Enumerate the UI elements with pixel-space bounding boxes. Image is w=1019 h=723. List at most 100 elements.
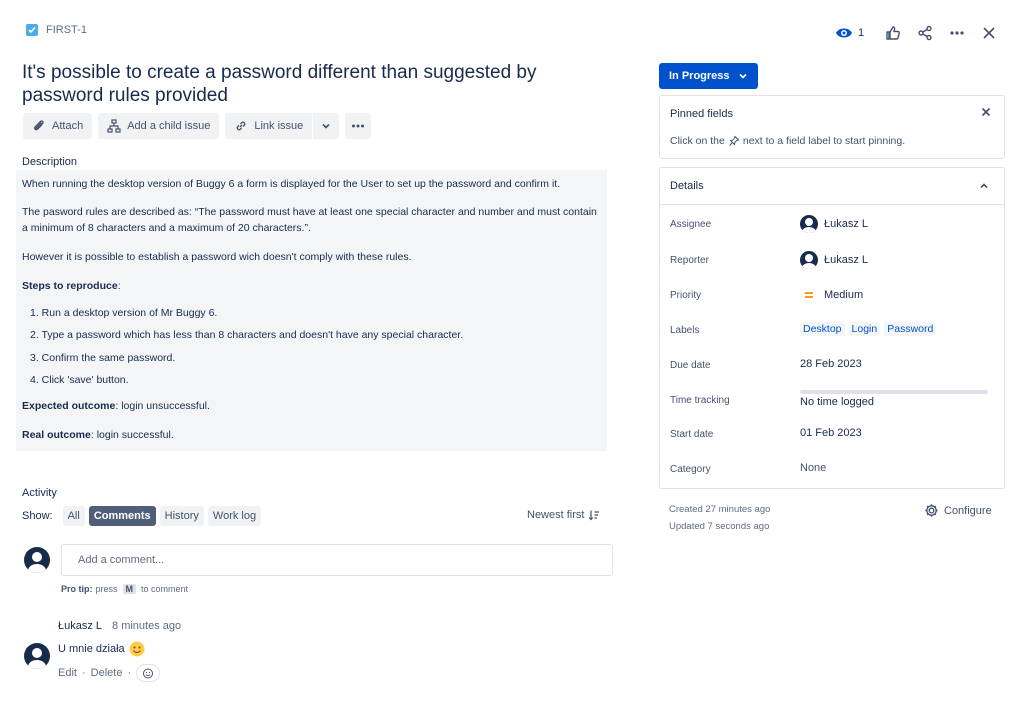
status-label: In Progress: [669, 70, 730, 82]
tab-work-log[interactable]: Work log: [207, 506, 262, 526]
reporter-value: Łukasz L: [824, 254, 869, 266]
list-item: 2. Type a password which has less than 8…: [30, 329, 464, 342]
details-title: Details: [670, 180, 704, 192]
real-label: Real outcome: [22, 429, 91, 442]
start-date-label: Start date: [670, 429, 714, 440]
pinned-hint-after: next to a field label to start pinning.: [742, 135, 906, 147]
comment-text: U mnie działa: [58, 643, 125, 655]
collapse-button[interactable]: [978, 180, 990, 195]
pro-tip: Pro tip: press M to comment: [61, 584, 188, 594]
thumbs-up-icon: [886, 26, 901, 40]
comment-meta: Łukasz L 8 minutes ago: [58, 620, 181, 632]
sort-button[interactable]: Newest first: [527, 509, 600, 521]
configure-button[interactable]: Configure: [924, 503, 992, 518]
header-actions: 1: [833, 20, 1002, 46]
chevron-down-icon: [322, 123, 330, 129]
tab-history[interactable]: History: [159, 506, 204, 526]
link-issue-group: Link issue: [225, 113, 340, 139]
add-reaction-button[interactable]: [136, 664, 161, 682]
more-toolbar-button[interactable]: [345, 113, 372, 139]
comment-body: U mnie działa: [58, 641, 145, 657]
delete-comment-link[interactable]: Delete: [91, 667, 123, 679]
keyboard-key: M: [122, 584, 137, 594]
list-item: 4. Click 'save' button.: [30, 374, 129, 387]
pinned-hint-before: Click on the: [670, 135, 725, 147]
gear-icon: [925, 504, 938, 517]
add-child-label: Add a child issue: [127, 120, 211, 132]
time-tracking-label: Time tracking: [670, 395, 730, 406]
issue-title[interactable]: It's possible to create a password diffe…: [22, 61, 582, 107]
list-item: 3. Confirm the same password.: [30, 351, 176, 364]
start-date-value[interactable]: 01 Feb 2023: [800, 427, 862, 439]
issue-key-link[interactable]: FIRST-1: [46, 24, 87, 36]
priority-field[interactable]: Medium: [800, 288, 863, 302]
more-icon: [950, 31, 964, 35]
assignee-label: Assignee: [670, 219, 712, 230]
label-chip[interactable]: Password: [884, 322, 937, 336]
priority-medium-icon: [805, 292, 813, 298]
details-header[interactable]: Details: [660, 168, 1004, 205]
add-child-issue-button[interactable]: Add a child issue: [98, 113, 220, 139]
reporter-field[interactable]: Łukasz L: [800, 251, 868, 269]
pro-tip-rest: to comment: [141, 584, 189, 594]
status-button[interactable]: In Progress: [659, 63, 758, 89]
chevron-down-icon: [738, 73, 747, 79]
chevron-up-icon: [980, 183, 988, 189]
reporter-label: Reporter: [670, 255, 709, 266]
avatar: [800, 215, 818, 233]
like-button[interactable]: [880, 20, 906, 46]
share-icon: [918, 25, 932, 41]
list-item: 1. Run a desktop version of Mr Buggy 6.: [30, 307, 218, 319]
label-chip[interactable]: Login: [848, 322, 881, 336]
share-button[interactable]: [912, 20, 938, 46]
link-issue-label: Link issue: [254, 120, 304, 132]
labels-field[interactable]: Desktop Login Password: [800, 322, 940, 336]
category-label: Category: [670, 464, 711, 475]
attach-button[interactable]: Attach: [23, 113, 93, 139]
time-tracking-bar[interactable]: [800, 390, 988, 394]
description-paragraph: When running the desktop version of Bugg…: [22, 178, 561, 190]
pinned-close-button[interactable]: [980, 106, 992, 121]
link-icon: [236, 121, 246, 131]
description-body[interactable]: When running the desktop version of Bugg…: [16, 170, 607, 451]
paperclip-icon: [34, 120, 44, 131]
comment-author[interactable]: Łukasz L: [58, 620, 102, 632]
activity-heading: Activity: [22, 487, 57, 499]
sort-icon: [589, 510, 600, 521]
assignee-field[interactable]: Łukasz L: [800, 215, 868, 233]
category-value[interactable]: None: [800, 462, 826, 474]
labels-label: Labels: [670, 325, 700, 336]
comment-time: 8 minutes ago: [112, 620, 182, 632]
steps-heading-text: Steps to reproduce: [22, 280, 118, 292]
comment-placeholder: Add a comment...: [78, 554, 165, 566]
pinned-fields-panel: Pinned fields Click on the next to a fie…: [659, 95, 1005, 159]
close-icon: [981, 107, 991, 117]
tab-comments[interactable]: Comments: [88, 506, 156, 526]
close-icon: [983, 27, 995, 39]
watch-button[interactable]: 1: [833, 22, 866, 44]
tab-all[interactable]: All: [62, 506, 85, 526]
steps-heading-colon: :: [117, 280, 121, 292]
created-text: Created 27 minutes ago: [669, 504, 771, 515]
updated-text: Updated 7 seconds ago: [669, 521, 770, 532]
more-actions-button[interactable]: [944, 20, 970, 46]
label-chip[interactable]: Desktop: [800, 322, 845, 336]
edit-comment-link[interactable]: Edit: [58, 667, 77, 679]
pro-tip-label: Pro tip:: [61, 584, 93, 594]
more-icon: [352, 124, 365, 128]
eye-icon: [836, 28, 852, 38]
link-issue-button[interactable]: Link issue: [225, 113, 313, 139]
details-panel: Details Assignee Łukasz L Reporter Łukas…: [659, 167, 1005, 489]
configure-label: Configure: [944, 504, 992, 517]
due-date-value[interactable]: 28 Feb 2023: [800, 358, 862, 370]
close-button[interactable]: [976, 20, 1002, 46]
comment-input[interactable]: Add a comment...: [61, 544, 613, 576]
pin-icon: [729, 135, 740, 146]
attach-label: Attach: [52, 120, 84, 132]
link-issue-dropdown-button[interactable]: [313, 113, 340, 139]
sort-label: Newest first: [527, 509, 585, 521]
pinned-hint: Click on the next to a field label to st…: [670, 135, 905, 147]
watch-count: 1: [858, 27, 865, 39]
priority-value: Medium: [824, 289, 864, 301]
steps-list: 1. Run a desktop version of Mr Buggy 6. …: [30, 305, 601, 388]
